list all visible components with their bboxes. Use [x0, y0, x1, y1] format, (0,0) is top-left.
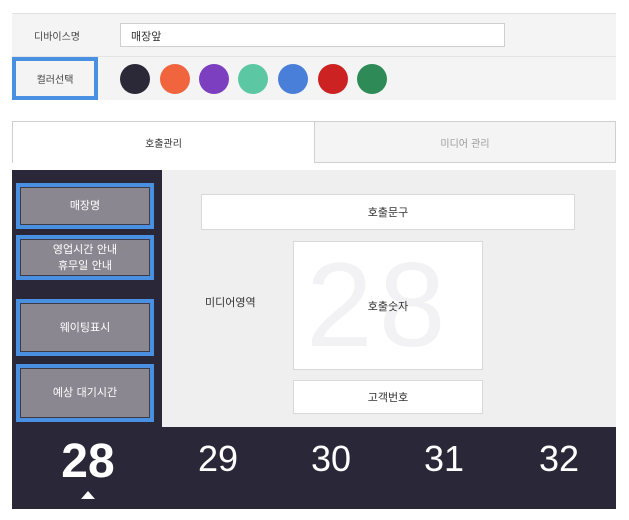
settings-divider — [12, 56, 616, 57]
device-name-label: 디바이스명 — [34, 32, 80, 43]
holiday-label: 휴무일 안내 — [57, 258, 113, 272]
waiting-display-label: 웨이팅표시 — [59, 320, 111, 334]
business-hours-button[interactable]: 영업시간 안내 휴무일 안내 — [16, 235, 154, 280]
color-swatch-blue[interactable] — [278, 64, 308, 94]
color-select-label[interactable]: 컬러선택 — [12, 57, 98, 100]
color-swatch-green[interactable] — [357, 64, 387, 94]
current-number[interactable]: 28 — [48, 434, 128, 489]
tab-bar: 호출관리 미디어 관리 — [12, 121, 616, 163]
upcoming-number[interactable]: 30 — [291, 438, 371, 480]
device-name-input[interactable]: 매장앞 — [120, 23, 505, 47]
call-phrase-field[interactable]: 호출문구 — [201, 194, 575, 230]
expected-wait-label: 예상 대기시간 — [52, 386, 118, 399]
media-area-label: 미디어영역 — [205, 296, 256, 309]
waiting-display-button[interactable]: 웨이팅표시 — [16, 299, 154, 356]
current-indicator-icon — [81, 491, 95, 499]
color-swatch-purple[interactable] — [199, 64, 229, 94]
expected-wait-button[interactable]: 예상 대기시간 — [16, 364, 154, 422]
color-swatch-dark[interactable] — [120, 64, 150, 94]
color-swatch-orange[interactable] — [160, 64, 190, 94]
tab-media-management[interactable]: 미디어 관리 — [314, 121, 616, 163]
upcoming-number[interactable]: 32 — [519, 438, 599, 480]
upcoming-number[interactable]: 31 — [404, 438, 484, 480]
tab-call-management[interactable]: 호출관리 — [12, 121, 314, 163]
color-swatch-teal[interactable] — [238, 64, 268, 94]
upcoming-number[interactable]: 29 — [178, 438, 258, 480]
call-number-field[interactable]: 28 호출숫자 — [293, 241, 483, 370]
business-hours-label: 영업시간 안내 — [52, 242, 118, 256]
store-name-label: 매장명 — [69, 199, 101, 212]
call-number-label: 호출숫자 — [367, 299, 409, 313]
color-swatch-red[interactable] — [318, 64, 348, 94]
customer-number-field[interactable]: 고객번호 — [293, 380, 483, 414]
store-name-button[interactable]: 매장명 — [16, 183, 154, 229]
